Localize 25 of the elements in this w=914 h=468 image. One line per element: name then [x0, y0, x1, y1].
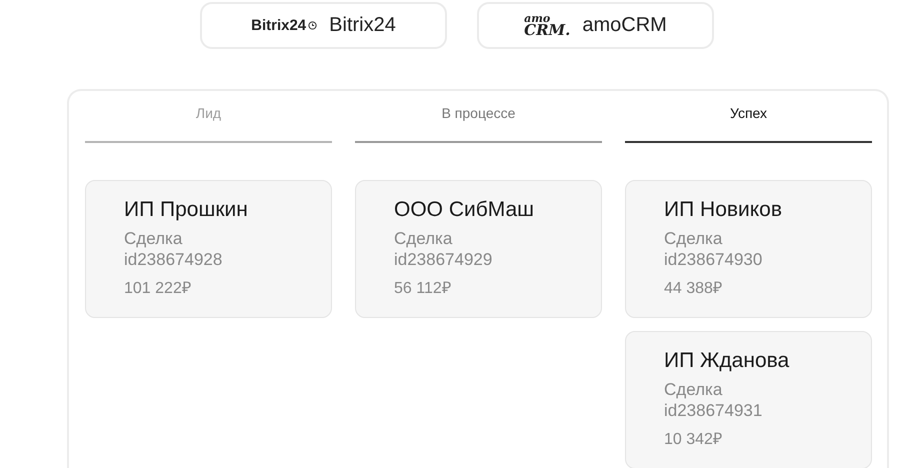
- deal-id: id238674928: [124, 249, 224, 270]
- deal-id: id238674931: [664, 400, 764, 421]
- logo: Bitrix24: [251, 17, 318, 34]
- deal-amount: 56 112₽: [394, 279, 452, 299]
- deal-type: Сделка: [664, 228, 724, 249]
- deal-card[interactable]: ИП Прошкин Сделка id238674928 101 222₽: [85, 180, 332, 318]
- deal-type: Сделка: [664, 379, 724, 400]
- deal-type: Сделка: [394, 228, 454, 249]
- deal-amount: 101 222₽: [124, 279, 192, 299]
- deal-id: id238674929: [394, 249, 494, 270]
- deal-card[interactable]: ИП Новиков Сделка id238674930 44 388₽: [625, 180, 872, 318]
- company-name: ИП Новиков: [664, 198, 784, 222]
- deal-amount: 10 342₽: [664, 430, 723, 450]
- column-tab[interactable]: Успех: [625, 91, 872, 143]
- company-name: ООО СибМаш: [394, 198, 536, 222]
- deal-type: Сделка: [124, 228, 184, 249]
- deal-id: id238674930: [664, 249, 764, 270]
- integration-button[interactable]: Bitrix24 Bitrix24: [200, 2, 447, 49]
- deal-card[interactable]: ООО СибМаш Сделка id238674929 56 112₽: [355, 180, 602, 318]
- deal-amount: 44 388₽: [664, 279, 723, 299]
- company-name: ИП Прошкин: [124, 198, 249, 222]
- column-tab[interactable]: В процессе: [355, 91, 602, 143]
- logo: amo CRM.: [524, 14, 570, 38]
- deal-card[interactable]: ИП Жданова Сделка id238674931 10 342₽: [625, 331, 872, 468]
- company-name: ИП Жданова: [664, 349, 790, 373]
